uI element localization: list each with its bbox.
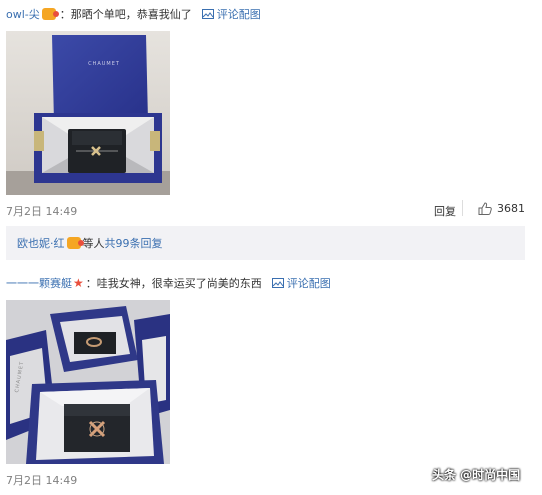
comment-1-pic-link[interactable]: 评论配图 [201, 6, 261, 22]
photo-brand-text: CHAUMET [88, 61, 120, 67]
reply-user[interactable]: 欧也妮·红 [17, 235, 65, 251]
member-badge-icon [41, 8, 59, 20]
ring-boxes-photo [6, 300, 170, 464]
comment-2-photo[interactable]: CHAUMET [6, 300, 170, 464]
member-badge-icon [66, 237, 84, 249]
thumbs-up-icon [478, 202, 492, 215]
comment-1-photo[interactable]: CHAUMET [6, 31, 170, 195]
comment-2-time: 7月2日 14:49 [6, 474, 78, 487]
comment-2-text: ：哇我女神，很幸运买了尚美的东西 [85, 277, 262, 290]
image-icon [271, 278, 284, 288]
comment-2-pic-link[interactable]: 评论配图 [271, 275, 331, 291]
comment-2-header: 一一一颗赛艇 ★ ：哇我女神，很幸运买了尚美的东西 评论配图 [6, 275, 331, 291]
comment-2-pic-link-label: 评论配图 [286, 277, 331, 290]
star-badge-icon: ★ [73, 276, 84, 290]
footer-divider [462, 200, 463, 216]
reply-text: 等人 [82, 237, 105, 250]
image-icon [201, 9, 214, 19]
watermark: 头条 @时尚中国 [432, 468, 521, 482]
reply-count-link[interactable]: 共99条回复 [105, 235, 163, 251]
comment-1-pic-link-label: 评论配图 [216, 8, 261, 21]
comment-1-username[interactable]: owl-尖 [6, 6, 40, 22]
comment-2-username[interactable]: 一一一颗赛艇 [6, 275, 72, 291]
comment-1-like-count: 3681 [497, 202, 525, 215]
ring-box-photo [6, 31, 170, 195]
reply-summary-box[interactable]: 欧也妮·红 等人 共99条回复 [6, 226, 525, 260]
reply-summary-line: 欧也妮·红 等人 共99条回复 [17, 235, 163, 251]
comment-1-like-button[interactable]: 3681 [478, 202, 525, 215]
comment-1-header: owl-尖 ：那晒个单吧，恭喜我仙了 评论配图 [6, 6, 261, 22]
comment-1-time: 7月2日 14:49 [6, 205, 78, 218]
comment-1-reply-button[interactable]: 回复 [434, 203, 456, 219]
comment-1-text: ：那晒个单吧，恭喜我仙了 [59, 8, 192, 21]
